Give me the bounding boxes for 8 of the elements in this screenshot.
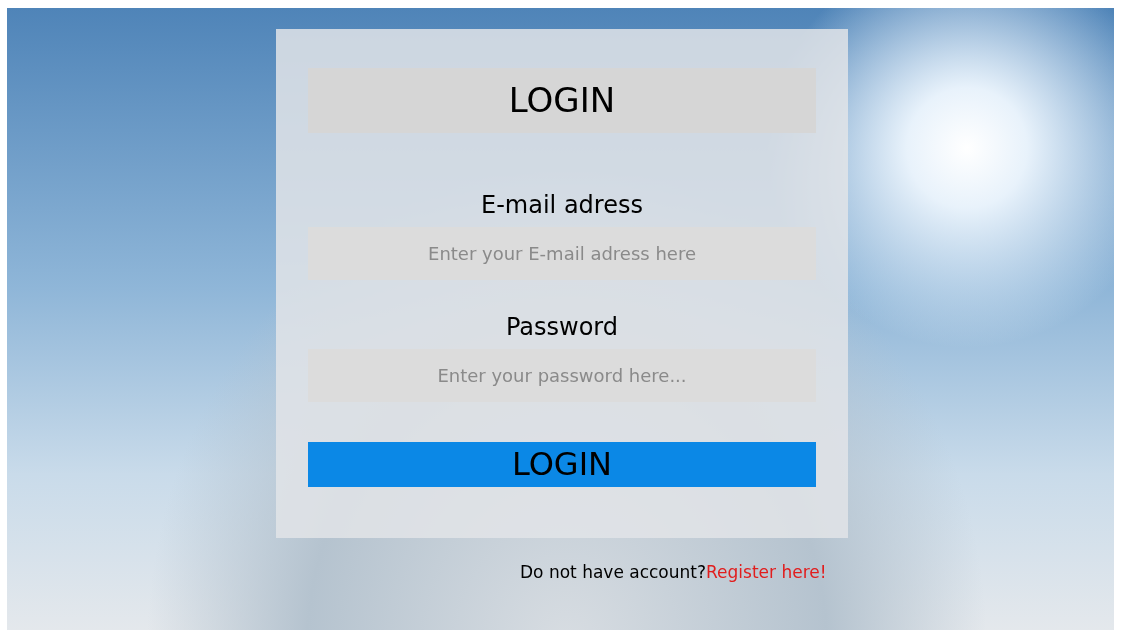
register-link[interactable]: Register here! <box>706 562 827 582</box>
field-label: E-mail adress <box>480 190 644 221</box>
login-title: LOGIN <box>308 68 816 133</box>
input-field[interactable]: Enter your password here... <box>308 349 816 402</box>
input-field[interactable]: Enter your E-mail adress here <box>308 227 816 280</box>
register-prompt: Do not have account? <box>520 562 706 582</box>
login-button[interactable]: LOGIN <box>308 442 816 487</box>
field-label: Password <box>504 312 620 343</box>
